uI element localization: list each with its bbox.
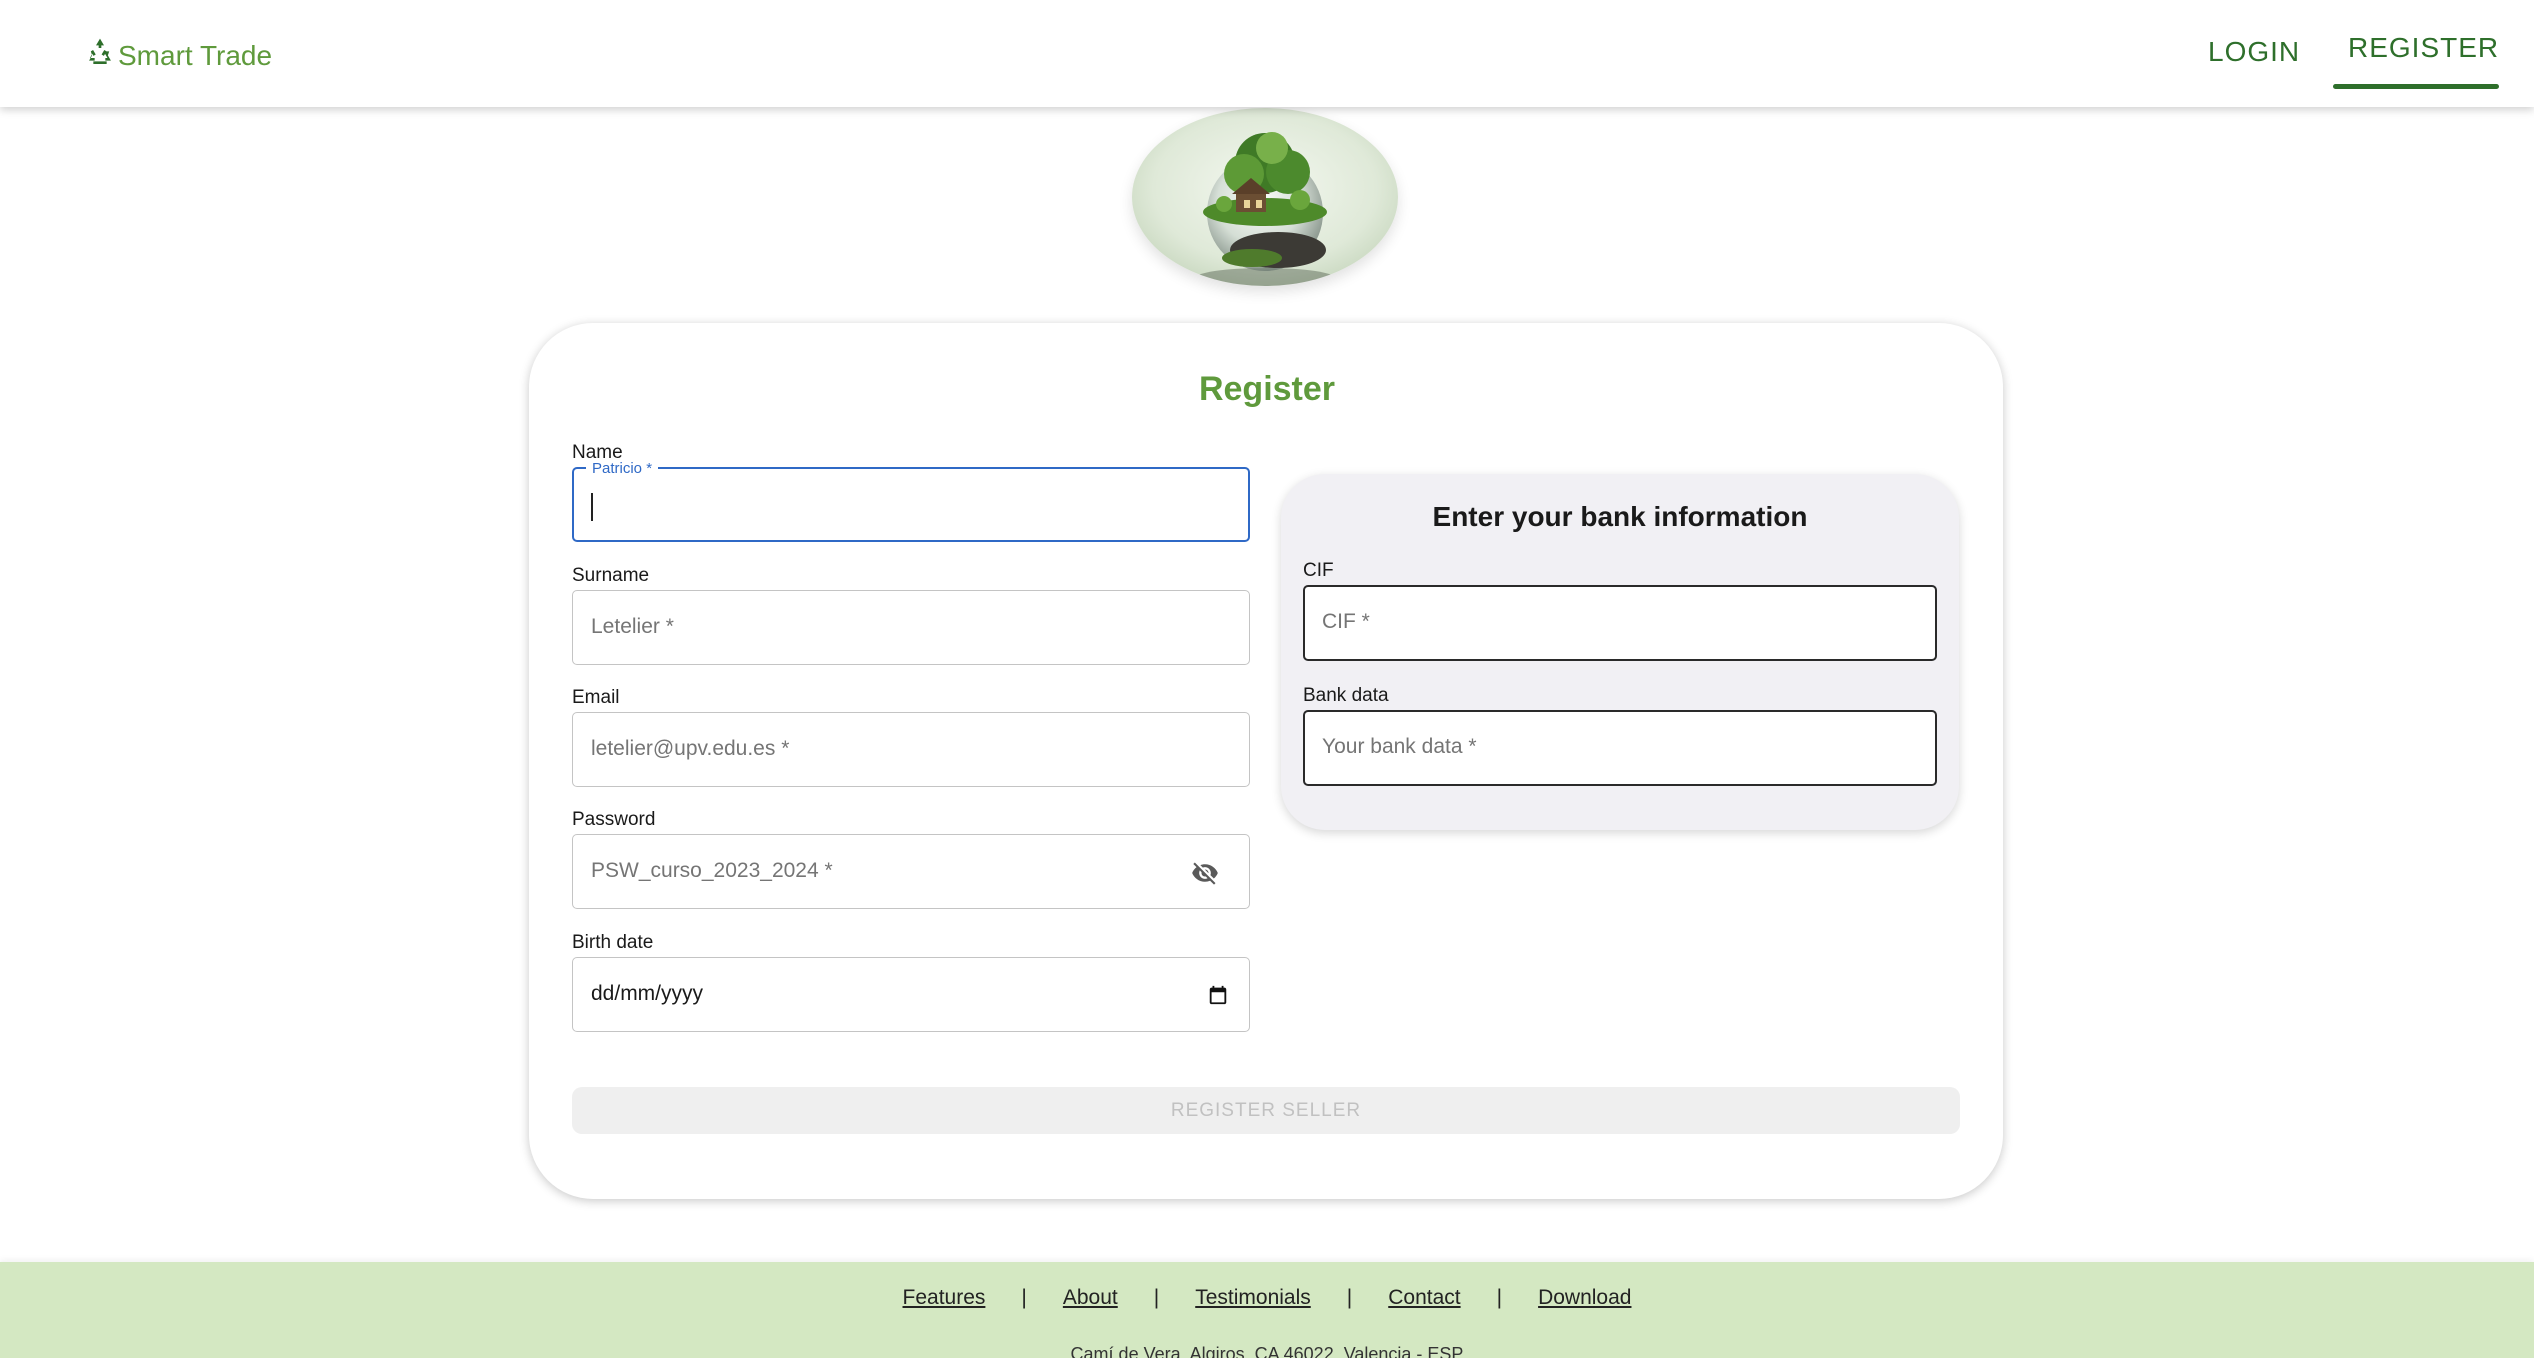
- bank-data-label: Bank data: [1303, 685, 1389, 706]
- footer-address: Camí de Vera, Algiros, CA 46022, Valenci…: [1070, 1344, 1464, 1358]
- surname-input[interactable]: Letelier *: [572, 590, 1250, 665]
- password-label: Password: [572, 809, 656, 830]
- active-tab-indicator: [2333, 84, 2499, 89]
- surname-label: Surname: [572, 565, 650, 586]
- calendar-icon[interactable]: [1207, 984, 1229, 1006]
- birth-date-input[interactable]: dd/mm/yyyy: [572, 957, 1250, 1032]
- footer-link-features[interactable]: Features: [903, 1286, 986, 1310]
- cif-placeholder: CIF *: [1322, 610, 1370, 633]
- birth-date-label: Birth date: [572, 932, 654, 953]
- top-app-bar: Smart Trade LOGIN REGISTER: [0, 0, 2534, 107]
- cif-input[interactable]: CIF *: [1303, 585, 1937, 661]
- bank-data-input[interactable]: Your bank data *: [1303, 710, 1937, 786]
- cif-label: CIF: [1303, 560, 1334, 581]
- nav-register-link[interactable]: REGISTER: [2348, 32, 2499, 64]
- brand-link[interactable]: Smart Trade: [84, 36, 272, 75]
- footer-link-about[interactable]: About: [1063, 1286, 1118, 1310]
- password-input[interactable]: PSW_curso_2023_2024 *: [572, 834, 1250, 909]
- nav-login-link[interactable]: LOGIN: [2208, 36, 2300, 68]
- password-placeholder: PSW_curso_2023_2024 *: [591, 859, 833, 882]
- footer-separator: |: [1346, 1286, 1353, 1309]
- birth-date-placeholder: dd/mm/yyyy: [591, 982, 704, 1005]
- register-seller-button[interactable]: REGISTER SELLER: [572, 1087, 1960, 1134]
- hero-eco-globe-image: [1132, 108, 1398, 286]
- text-caret: [591, 493, 593, 521]
- footer-link-download[interactable]: Download: [1538, 1286, 1631, 1310]
- brand-name: Smart Trade: [118, 39, 273, 71]
- bank-data-placeholder: Your bank data *: [1322, 735, 1477, 758]
- register-title: Register: [1198, 370, 1336, 408]
- bank-info-panel: Enter your bank information CIF CIF * Ba…: [1281, 474, 1959, 830]
- email-label: Email: [572, 687, 620, 708]
- footer-link-testimonials[interactable]: Testimonials: [1195, 1286, 1311, 1310]
- recycle-icon: [84, 36, 116, 75]
- email-input[interactable]: letelier@upv.edu.es *: [572, 712, 1250, 787]
- eye-off-icon[interactable]: [1189, 859, 1221, 887]
- site-footer: Features | About | Testimonials | Contac…: [0, 1262, 2534, 1358]
- footer-separator: |: [1021, 1286, 1027, 1309]
- name-input[interactable]: Patricio *: [572, 460, 1250, 542]
- footer-separator: |: [1496, 1286, 1503, 1309]
- footer-links: Features | About | Testimonials | Contac…: [0, 1286, 2534, 1310]
- surname-placeholder: Letelier *: [591, 615, 674, 638]
- email-placeholder: letelier@upv.edu.es *: [591, 737, 790, 760]
- footer-separator: |: [1153, 1286, 1160, 1309]
- name-floating-label: Patricio *: [586, 460, 659, 477]
- footer-link-contact[interactable]: Contact: [1388, 1286, 1460, 1310]
- bank-info-title: Enter your bank information: [1432, 501, 1808, 532]
